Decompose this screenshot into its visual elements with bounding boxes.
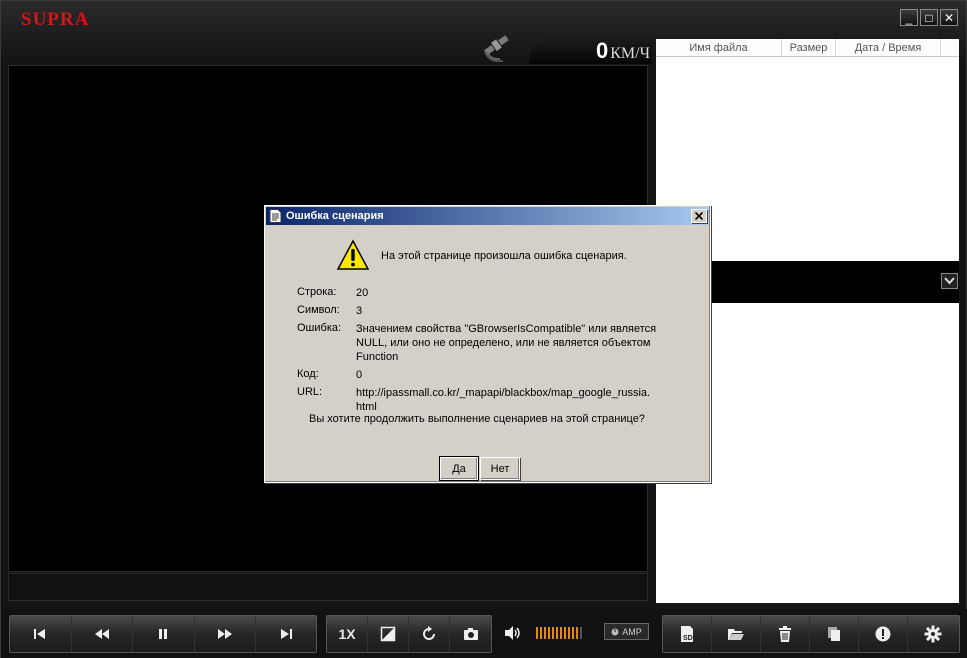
volume-bar: [536, 627, 538, 639]
char-value: 3: [356, 305, 363, 317]
skip-previous-icon: [34, 629, 46, 639]
column-size[interactable]: Размер: [782, 39, 836, 56]
volume-bar: [556, 627, 558, 639]
sd-card-icon: SD: [681, 626, 693, 642]
file-controls: SD: [662, 615, 960, 653]
url-label: URL:: [297, 386, 323, 398]
pause-icon: [159, 629, 168, 639]
char-label: Символ:: [297, 304, 340, 316]
dialog-close-button[interactable]: [691, 209, 707, 223]
copy-button[interactable]: [810, 616, 859, 652]
bottom-toolbar: 1X SD: [1, 609, 967, 658]
snapshot-button[interactable]: [450, 616, 491, 652]
alert-info-icon: [875, 626, 891, 642]
volume-bar: [580, 627, 582, 639]
dialog-title: Ошибка сценария: [286, 210, 384, 222]
volume-bar: [572, 627, 574, 639]
yes-button[interactable]: Да: [439, 456, 479, 481]
brand-logo: SUPRA: [21, 9, 90, 30]
gps-satellite-icon: [484, 35, 509, 62]
volume-bar: [552, 627, 554, 639]
volume-bar: [568, 627, 570, 639]
volume-bar: [576, 627, 578, 639]
code-label: Код:: [297, 368, 319, 380]
file-list-header: Имя файла Размер Дата / Время: [656, 39, 959, 57]
volume-bar: [548, 627, 550, 639]
chevron-down-icon: [944, 277, 955, 285]
maximize-button[interactable]: □: [920, 9, 938, 26]
rewind-icon: [94, 629, 109, 639]
sd-card-button[interactable]: SD: [663, 616, 712, 652]
minimize-button[interactable]: _: [900, 9, 918, 26]
delete-button[interactable]: [761, 616, 810, 652]
document-icon: [269, 209, 282, 223]
continue-question: Вы хотите продолжить выполнение сценарие…: [309, 413, 645, 425]
copy-icon: [828, 627, 840, 641]
yes-label: Да: [452, 462, 466, 475]
fast-forward-icon: [218, 629, 233, 639]
amp-dial-icon: [611, 628, 619, 635]
trash-icon: [779, 626, 791, 642]
volume-bar: [540, 627, 542, 639]
info-button[interactable]: [859, 616, 908, 652]
folder-open-icon: [728, 629, 744, 640]
speed-unit: КМ/Ч: [610, 45, 650, 62]
rotate-icon: [423, 626, 435, 640]
brightness-button[interactable]: [368, 616, 409, 652]
skip-next-icon: [281, 629, 293, 639]
url-value: http://ipassmall.co.kr/_mapapi/blackbox/…: [356, 387, 651, 413]
close-icon: [695, 212, 703, 220]
close-button[interactable]: ✕: [940, 9, 958, 26]
no-label: Нет: [490, 462, 510, 475]
pause-button[interactable]: [133, 616, 195, 652]
speed-value: 0: [596, 38, 609, 63]
settings-button[interactable]: [908, 616, 957, 652]
video-status-bar: [8, 573, 648, 601]
line-label: Строка:: [297, 286, 337, 298]
brightness-contrast-icon: [380, 626, 396, 642]
svg-text:SD: SD: [683, 635, 693, 642]
column-date-time[interactable]: Дата / Время: [836, 39, 941, 56]
error-label: Ошибка:: [297, 322, 342, 334]
gear-icon: [924, 625, 941, 643]
volume-icon[interactable]: [504, 625, 522, 641]
next-button[interactable]: [256, 616, 316, 652]
error-value: Значением свойства "GBrowserIsCompatible…: [356, 323, 657, 363]
previous-button[interactable]: [10, 616, 72, 652]
no-button[interactable]: Нет: [480, 457, 520, 480]
playback-controls: [9, 615, 317, 653]
player-window: SUPRA _ □ ✕ 0 КМ/Ч Имя файла Размер Дата…: [0, 0, 967, 658]
playback-speed-button[interactable]: 1X: [327, 616, 368, 652]
dialog-title-bar[interactable]: Ошибка сценария: [266, 207, 709, 225]
amp-button[interactable]: AMP: [604, 623, 649, 640]
volume-bar: [560, 627, 562, 639]
expand-button[interactable]: [941, 273, 958, 289]
rotate-button[interactable]: [409, 616, 450, 652]
volume-bar: [564, 627, 566, 639]
fast-forward-button[interactable]: [195, 616, 257, 652]
window-controls: _ □ ✕: [900, 9, 958, 26]
speed-display: 0 КМ/Ч: [529, 37, 652, 64]
rewind-button[interactable]: [72, 616, 134, 652]
line-value: 20: [356, 287, 369, 299]
volume-bar: [544, 627, 546, 639]
playback-speed-label: 1X: [338, 626, 356, 642]
amp-label: AMP: [622, 626, 642, 637]
script-error-dialog: Ошибка сценария На этой странице произош…: [264, 205, 711, 483]
camera-icon: [463, 628, 478, 640]
column-file-name[interactable]: Имя файла: [656, 39, 782, 56]
volume-meter[interactable]: [536, 627, 582, 639]
code-value: 0: [356, 369, 363, 381]
error-message: На этой странице произошла ошибка сценар…: [381, 250, 627, 262]
open-folder-button[interactable]: [712, 616, 761, 652]
view-controls: 1X: [326, 615, 492, 653]
warning-icon: [336, 239, 370, 270]
